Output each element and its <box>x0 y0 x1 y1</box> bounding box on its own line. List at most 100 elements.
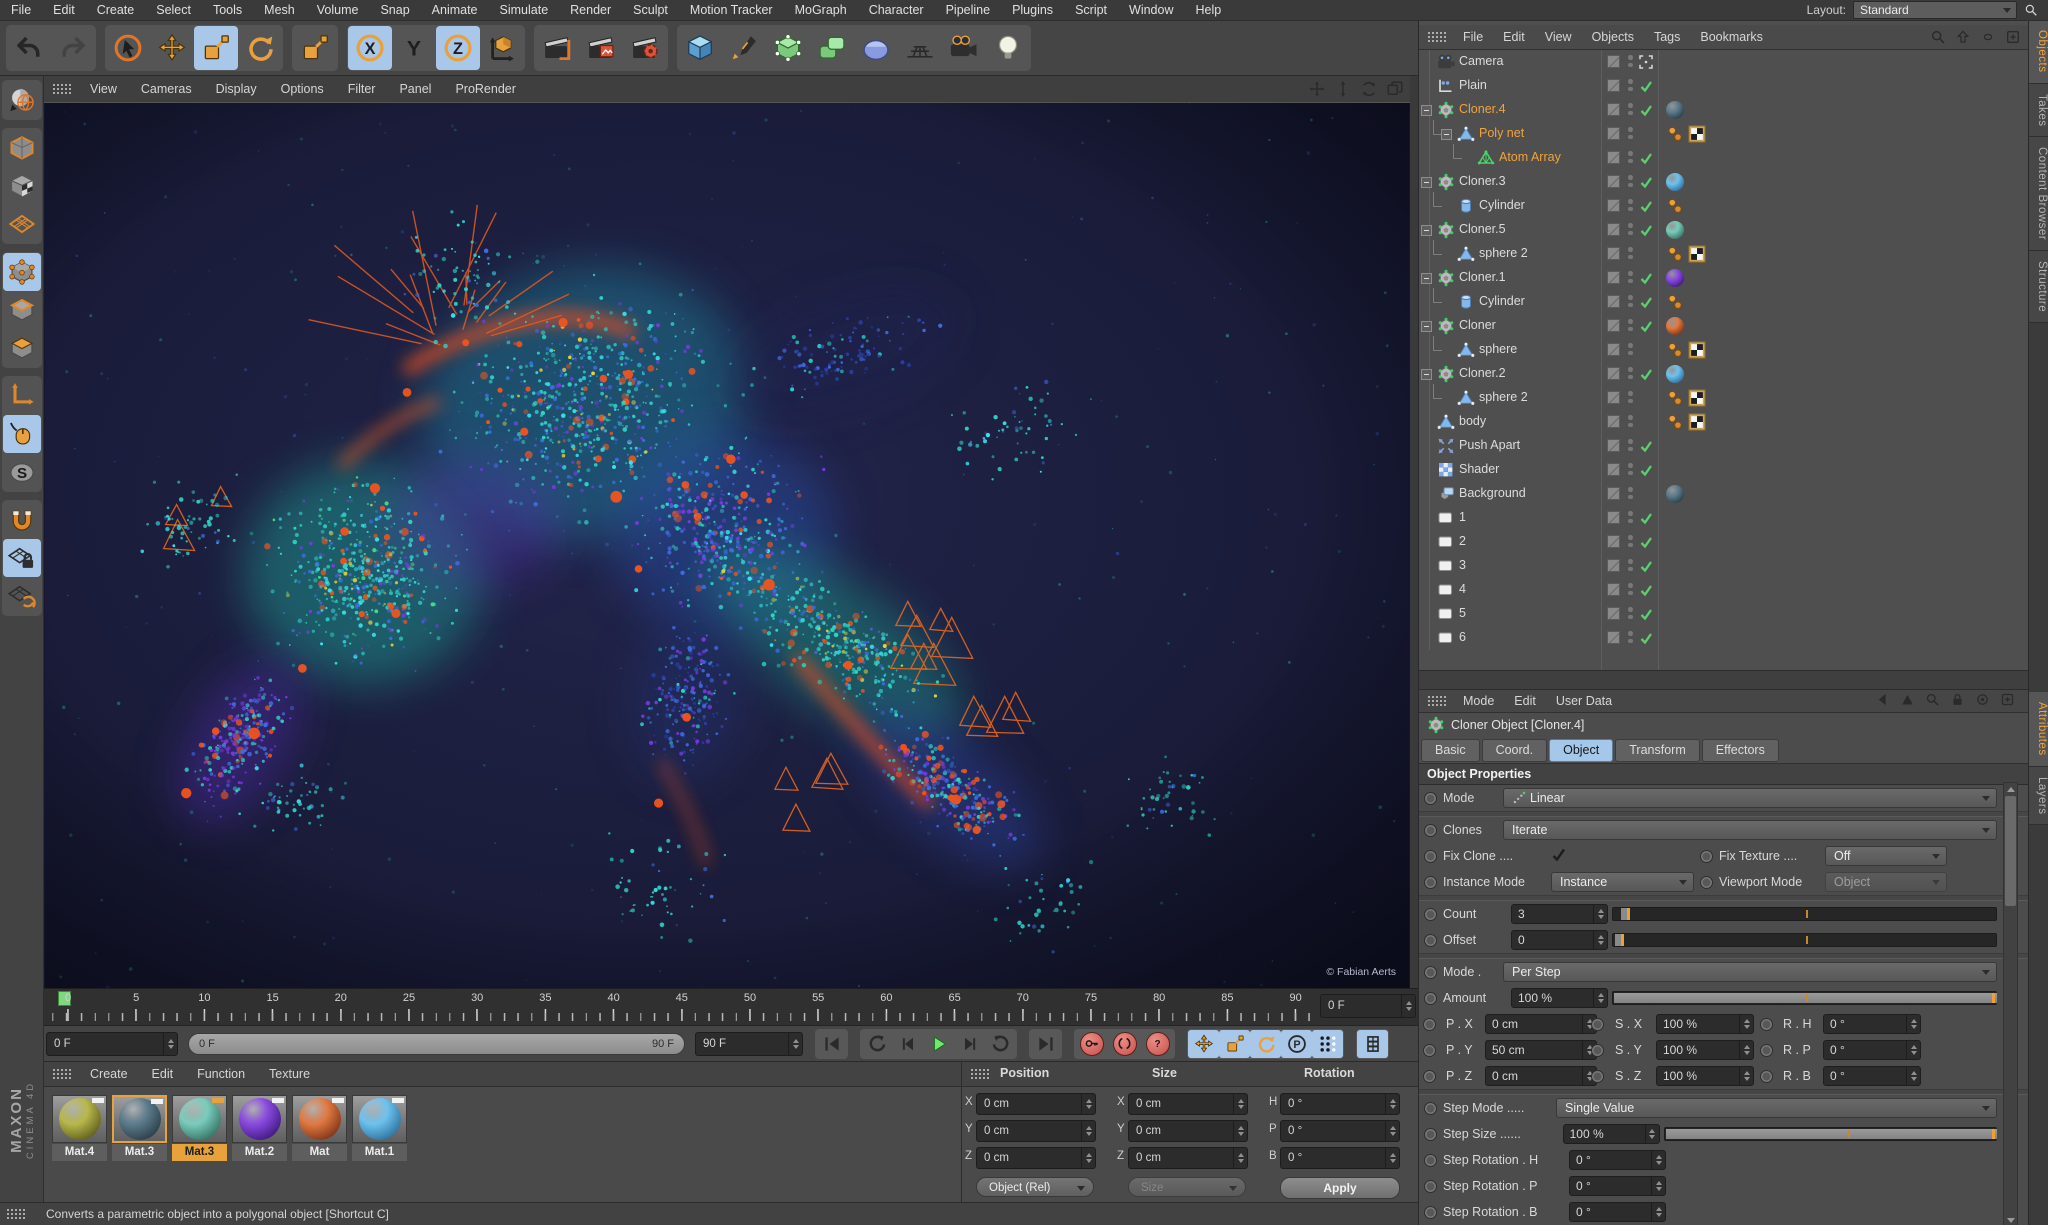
enabled-check-icon[interactable] <box>1639 343 1653 357</box>
animation-dot[interactable] <box>1424 934 1437 947</box>
sphere-tag[interactable] <box>1666 365 1684 383</box>
visibility-dots[interactable] <box>1628 223 1633 236</box>
visibility-dots[interactable] <box>1628 583 1633 596</box>
tree-row-6[interactable]: 6 <box>1419 626 2029 650</box>
spinner[interactable] <box>1739 1041 1753 1059</box>
editor-visibility-toggle[interactable] <box>1607 391 1620 404</box>
spinner[interactable] <box>1593 905 1607 923</box>
spinner[interactable] <box>1651 1177 1665 1195</box>
tree-row-4[interactable]: 4 <box>1419 578 2029 602</box>
autokeying-button[interactable] <box>1108 1030 1141 1058</box>
tree-row-camera[interactable]: Camera <box>1419 50 2029 74</box>
editor-visibility-toggle[interactable] <box>1607 151 1620 164</box>
animation-dot[interactable] <box>1424 1102 1437 1115</box>
coord-field-position-x[interactable]: 0 cm <box>976 1093 1096 1115</box>
make-editable[interactable] <box>3 81 41 119</box>
spinner[interactable] <box>1385 1121 1399 1141</box>
visibility-dots[interactable] <box>1628 127 1633 140</box>
tree-row-body[interactable]: body <box>1419 410 2029 434</box>
spinner[interactable] <box>1233 1148 1247 1168</box>
frame-spinner[interactable] <box>1401 995 1415 1017</box>
camera-object[interactable] <box>942 26 986 70</box>
enabled-check-icon[interactable] <box>1639 295 1653 309</box>
am-back-icon[interactable] <box>1875 692 1890 707</box>
attribute-slider[interactable] <box>1612 907 1997 921</box>
spinner[interactable] <box>1906 1041 1920 1059</box>
enabled-check-icon[interactable] <box>1639 151 1653 165</box>
attribute-field[interactable]: 100 % <box>1656 1014 1754 1034</box>
render-view-button[interactable] <box>535 26 579 70</box>
rotate-tool[interactable] <box>238 26 282 70</box>
om-home-icon[interactable] <box>1955 29 1971 45</box>
points-mode[interactable] <box>2 253 41 291</box>
viewport-menu-prorender[interactable]: ProRender <box>443 76 527 102</box>
material-mat.4-0[interactable]: Mat.4 <box>52 1095 107 1161</box>
viewport-menu-filter[interactable]: Filter <box>336 76 388 102</box>
animation-dot[interactable] <box>1591 1070 1604 1083</box>
lock-x-axis[interactable]: X <box>348 26 392 70</box>
tree-row-sphere[interactable]: sphere <box>1419 336 2029 362</box>
enabled-check-icon[interactable] <box>1639 511 1653 525</box>
key-parameter-toggle[interactable]: P <box>1281 1029 1312 1058</box>
sphere-tag[interactable] <box>1666 317 1684 335</box>
om-menu-objects[interactable]: Objects <box>1582 25 1644 49</box>
visibility-dots[interactable] <box>1628 367 1633 380</box>
enabled-check-icon[interactable] <box>1639 631 1653 645</box>
animation-dot[interactable] <box>1700 876 1713 889</box>
visibility-dots[interactable] <box>1628 151 1633 164</box>
attribute-tab-effectors[interactable]: Effectors <box>1701 739 1779 762</box>
panel-grip-icon[interactable] <box>1427 695 1447 707</box>
menubar-item-create[interactable]: Create <box>86 0 146 20</box>
spinner[interactable] <box>1906 1015 1920 1033</box>
om-menu-file[interactable]: File <box>1453 25 1493 49</box>
dropdown-viewport-mode[interactable]: Object <box>1825 872 1947 892</box>
visibility-dots[interactable] <box>1628 271 1633 284</box>
keyframe-help-button[interactable]: ? <box>1141 1030 1174 1058</box>
viewport-dolly-icon[interactable] <box>1334 80 1352 98</box>
phong-tag[interactable] <box>1666 245 1684 263</box>
panel-tab-objects[interactable]: Objects <box>2029 20 2048 84</box>
editor-visibility-toggle[interactable] <box>1607 415 1620 428</box>
key-position-toggle[interactable] <box>1188 1029 1219 1058</box>
tree-row-plain[interactable]: Plain <box>1419 74 2029 98</box>
enable-axis-mode[interactable] <box>3 377 41 415</box>
tree-row-sphere-2[interactable]: sphere 2 <box>1419 384 2029 410</box>
dropdown-mode[interactable]: Linear <box>1503 788 1997 808</box>
attribute-tab-transform[interactable]: Transform <box>1615 739 1700 762</box>
animation-dot[interactable] <box>1760 1018 1773 1031</box>
viewport-menu-view[interactable]: View <box>78 76 129 102</box>
viewport-menu-cameras[interactable]: Cameras <box>129 76 204 102</box>
animation-dot[interactable] <box>1591 1018 1604 1031</box>
am-menu-mode[interactable]: Mode <box>1453 690 1504 712</box>
expand-toggle[interactable] <box>1421 321 1432 332</box>
quantize-settings[interactable] <box>3 577 41 615</box>
coordinate-space-dropdown[interactable]: Object (Rel) <box>976 1177 1094 1197</box>
tree-row-cloner-2[interactable]: Cloner.2 <box>1419 362 2029 386</box>
attribute-field[interactable]: 100 % <box>1656 1040 1754 1060</box>
tree-row-shader[interactable]: Shader <box>1419 458 2029 482</box>
current-frame-field[interactable]: 0 F <box>1320 994 1416 1018</box>
spinner[interactable] <box>1739 1067 1753 1085</box>
viewport-pan-icon[interactable] <box>1308 80 1326 98</box>
tree-row-5[interactable]: 5 <box>1419 602 2029 626</box>
material-menu-function[interactable]: Function <box>185 1062 257 1086</box>
coord-field-position-y[interactable]: 0 cm <box>976 1120 1096 1142</box>
animation-dot[interactable] <box>1591 1044 1604 1057</box>
editor-visibility-toggle[interactable] <box>1607 367 1620 380</box>
attribute-field[interactable]: 3 <box>1511 904 1608 924</box>
menubar-item-render[interactable]: Render <box>559 0 622 20</box>
editor-visibility-toggle[interactable] <box>1607 223 1620 236</box>
visibility-dots[interactable] <box>1628 559 1633 572</box>
coord-field-size-x[interactable]: 0 cm <box>1128 1093 1248 1115</box>
attribute-slider[interactable] <box>1612 991 1997 1005</box>
slider-handle[interactable] <box>1620 908 1630 920</box>
material-menu-texture[interactable]: Texture <box>257 1062 322 1086</box>
editor-visibility-toggle[interactable] <box>1607 247 1620 260</box>
panel-tab-layers[interactable]: Layers <box>2029 766 2048 826</box>
editor-visibility-toggle[interactable] <box>1607 511 1620 524</box>
edges-mode[interactable] <box>3 291 41 329</box>
animation-dot[interactable] <box>1423 1018 1436 1031</box>
uvw-tag[interactable] <box>1688 341 1706 359</box>
playback-start-field[interactable]: 0 F <box>46 1031 178 1056</box>
panel-tab-attributes[interactable]: Attributes <box>2029 692 2048 767</box>
